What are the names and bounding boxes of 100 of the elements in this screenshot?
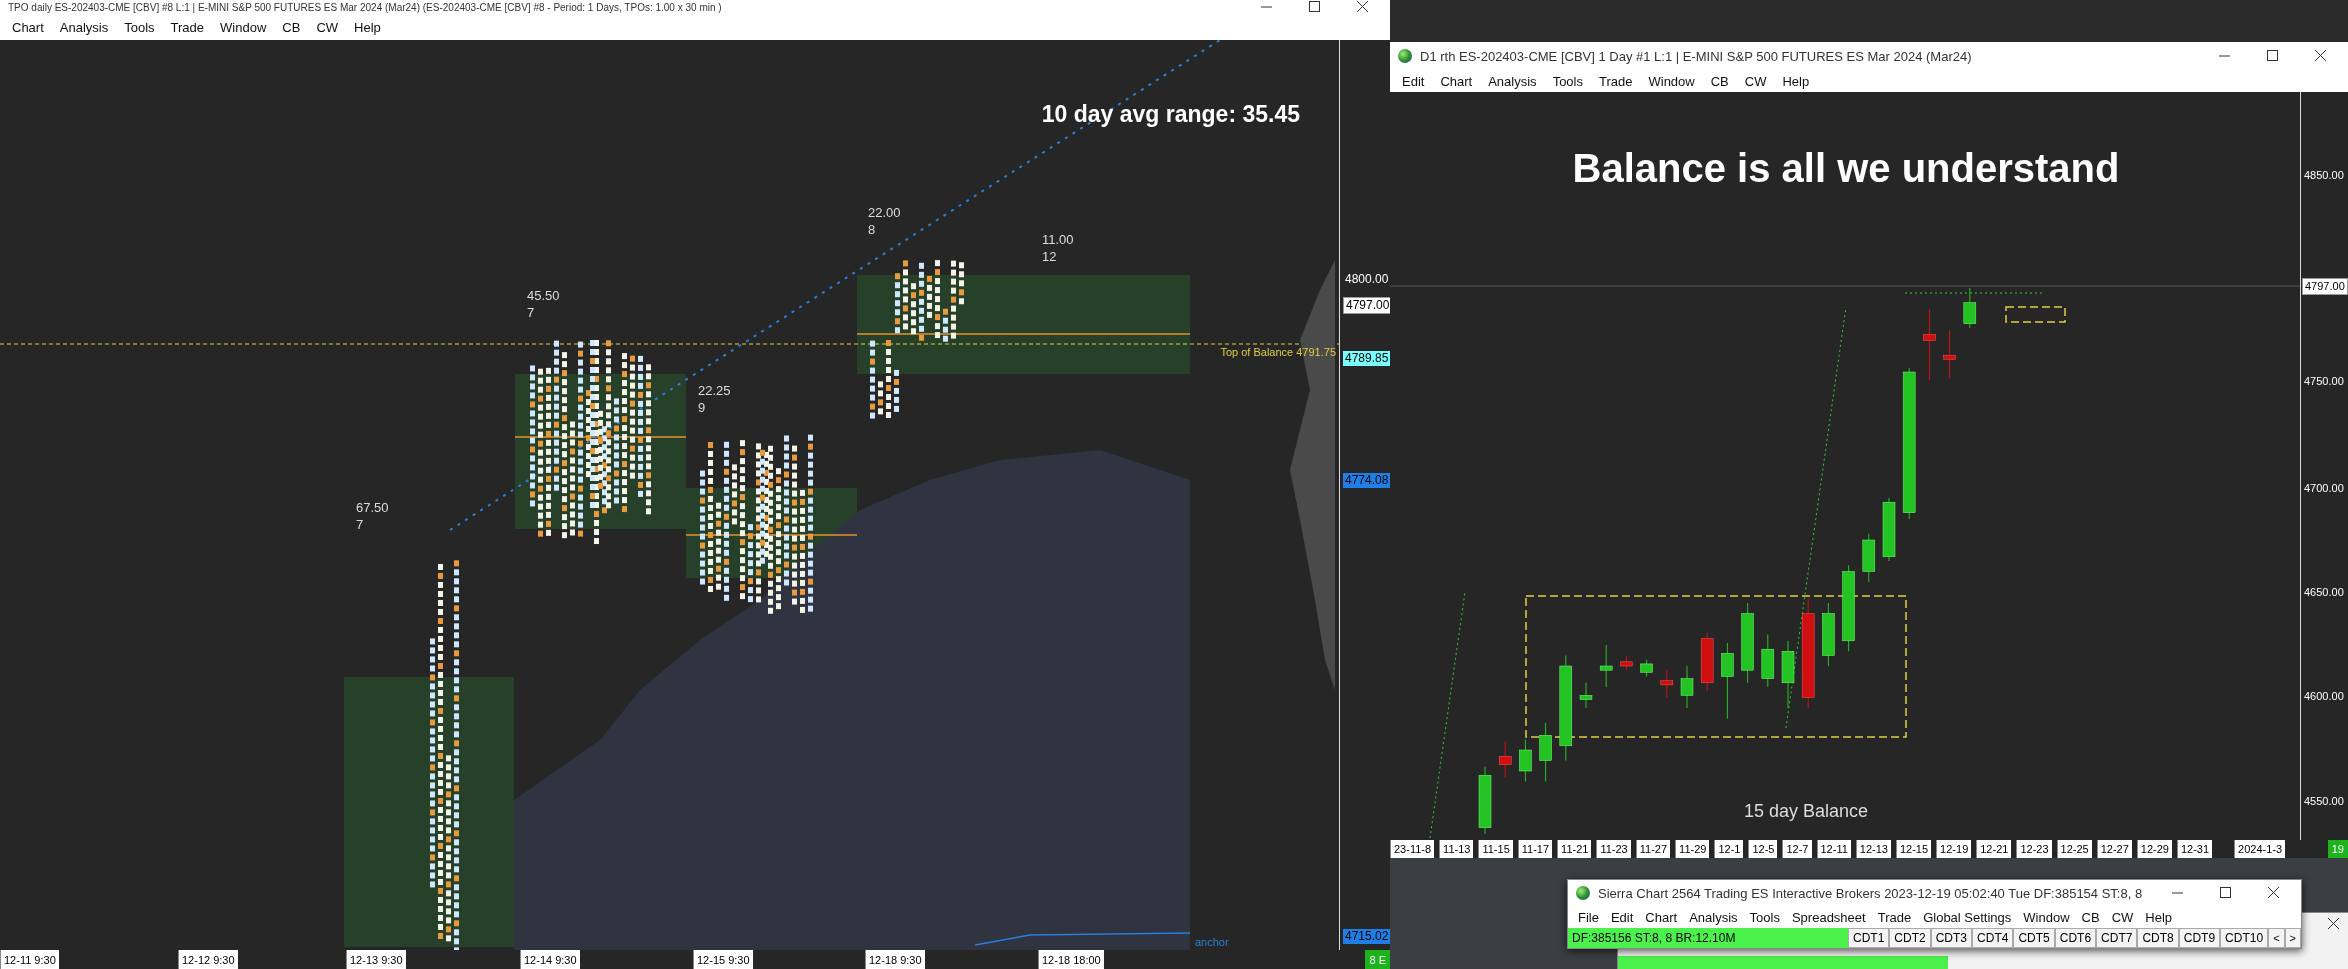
maximize-icon[interactable] [2219, 887, 2231, 898]
close-icon[interactable] [2267, 887, 2279, 898]
candle [1640, 659, 1653, 677]
chart-tab[interactable]: CDT2 [1889, 928, 1931, 948]
count-label: 8 [868, 222, 876, 237]
date-label: 2024-1-3 [2234, 840, 2286, 858]
headline-text: 10 day avg range: 35.45 [1041, 101, 1300, 127]
anchor-label: anchor [1195, 936, 1229, 948]
menu-item[interactable]: Chart [1432, 73, 1481, 89]
menu-item[interactable]: Edit [1394, 73, 1433, 89]
candle [1822, 602, 1835, 667]
menu-item[interactable]: Tools [1743, 909, 1786, 925]
date-label: 11-13 [1439, 840, 1474, 858]
menu-item[interactable]: Edit [1604, 909, 1640, 925]
maximize-icon[interactable] [1308, 1, 1320, 12]
menu-item[interactable]: Global Settings [1917, 909, 2018, 925]
price-label: 4800.00 [1344, 272, 1390, 287]
chart-tab[interactable]: CDT6 [2054, 928, 2097, 948]
menu-item[interactable]: Help [346, 19, 389, 35]
range-label: 11.00 [1042, 232, 1074, 247]
menu-item[interactable]: Trade [162, 19, 213, 35]
menu-item[interactable]: CB [2075, 909, 2106, 925]
chart-tab[interactable]: CDT9 [2178, 928, 2221, 948]
menu-item[interactable]: Trade [1871, 909, 1918, 925]
date-label: 12-21 [1976, 840, 2012, 858]
menu-item[interactable]: CW [308, 19, 347, 35]
chart-tab[interactable]: CDT8 [2137, 928, 2179, 948]
menu-item[interactable]: File [1572, 909, 1605, 925]
count-label: 9 [698, 400, 706, 415]
menu-item[interactable]: Chart [1639, 909, 1684, 925]
menu-item[interactable]: Analysis [51, 19, 117, 35]
range-label: 22.00 [868, 205, 901, 220]
close-icon[interactable] [2314, 50, 2326, 61]
candle [1943, 329, 1956, 379]
menu-item[interactable]: Trade [1591, 73, 1641, 89]
count-label: 7 [356, 517, 364, 532]
candle [1579, 682, 1593, 709]
range-label: 67.50 [356, 500, 389, 515]
date-label: 12-27 [2096, 840, 2132, 858]
candle [1700, 631, 1714, 692]
menu-item[interactable]: CB [1702, 73, 1737, 89]
range-label: 45.50 [527, 288, 560, 303]
time-label: 12-12 9:30 [178, 950, 238, 969]
date-label: 12-19 [1936, 840, 1972, 858]
window-title: D1 rth ES-202403-CME [CBV] 1 Day #1 L:1 | E-MINI S&P 500 FUTURES ES Mar 2024 (Mar24) [1420, 48, 1973, 64]
chart-tab[interactable]: CDT7 [2096, 928, 2138, 948]
price-label: 4550.00 [2303, 794, 2345, 809]
chart-tab[interactable]: CDT4 [1972, 928, 2014, 948]
time-label: 12-15 9:30 [693, 950, 753, 969]
menu-item[interactable]: Tools [1544, 73, 1591, 89]
candle [1519, 739, 1532, 782]
date-label: 11-29 [1675, 840, 1710, 858]
menu-item[interactable]: Spreadsheet [1785, 909, 1872, 925]
date-label: 11-21 [1557, 840, 1592, 858]
chart-tab[interactable]: CDT5 [2013, 928, 2055, 948]
price-label: 4650.00 [2303, 585, 2345, 600]
menu-item[interactable]: Help [1774, 73, 1818, 89]
scroll-button[interactable]: < [2268, 928, 2285, 948]
maximize-icon[interactable] [2266, 50, 2278, 61]
candle [1862, 533, 1876, 583]
menu-item[interactable]: Analysis [1480, 73, 1545, 89]
menu-item[interactable]: Help [2139, 909, 2179, 925]
date-label: 12-23 [2016, 840, 2052, 858]
close-icon[interactable] [2328, 918, 2339, 929]
window-title: TPO daily ES-202403-CME [CBV] #8 L:1 | E-MINI S&P 500 FUTURES ES Mar 2024 (Mar24) (ES-202403-CME [CBV] #8 - Period: 1 Days, TPOs: 1.00 x 30 min ) [8, 1, 723, 13]
candle [1620, 655, 1633, 671]
date-label: 12-29 [2136, 840, 2172, 858]
menu-item[interactable]: Analysis [1683, 909, 1744, 925]
menu-item[interactable]: Window [1640, 73, 1703, 89]
candle [1660, 669, 1674, 698]
menu-item[interactable]: Tools [116, 19, 163, 35]
close-icon[interactable] [1356, 1, 1368, 12]
count-label: 12 [1042, 249, 1057, 264]
target-box [2005, 306, 2066, 323]
menu-item[interactable]: Window [2017, 909, 2076, 925]
date-label: 12-11 [1816, 840, 1851, 858]
time-label: 12-18 9:30 [865, 950, 925, 969]
menu-item[interactable]: CW [1736, 73, 1775, 89]
price-label: 4715.02 [1343, 929, 1391, 944]
price-label: 4600.00 [2303, 689, 2345, 704]
menu-item[interactable]: CW [2105, 909, 2140, 925]
date-label: 11-27 [1635, 840, 1671, 858]
candle [1539, 722, 1552, 782]
balance-label: Top of Balance 4791.75 [1220, 346, 1336, 358]
time-label: 12-18 18:00 [1038, 950, 1104, 969]
candle [1599, 644, 1613, 688]
menu-item[interactable]: Chart [4, 19, 52, 35]
chart-tab[interactable]: CDT10 [2220, 928, 2269, 948]
chart-tab[interactable]: CDT1 [1848, 928, 1890, 948]
menu-item[interactable]: Window [212, 19, 275, 35]
date-label: 11-15 [1478, 840, 1513, 858]
globe-icon [1398, 49, 1412, 63]
date-label: 12-7 [1782, 840, 1812, 858]
count-label: 7 [527, 305, 535, 320]
price-label: 4774.08 [1343, 473, 1391, 488]
chart-tab[interactable]: CDT3 [1930, 928, 1973, 948]
status-badge: 8 E [1365, 950, 1390, 969]
menu-item[interactable]: CB [274, 19, 309, 35]
price-label: 4797.00 [1343, 297, 1393, 314]
price-label: 4700.00 [2303, 481, 2345, 496]
